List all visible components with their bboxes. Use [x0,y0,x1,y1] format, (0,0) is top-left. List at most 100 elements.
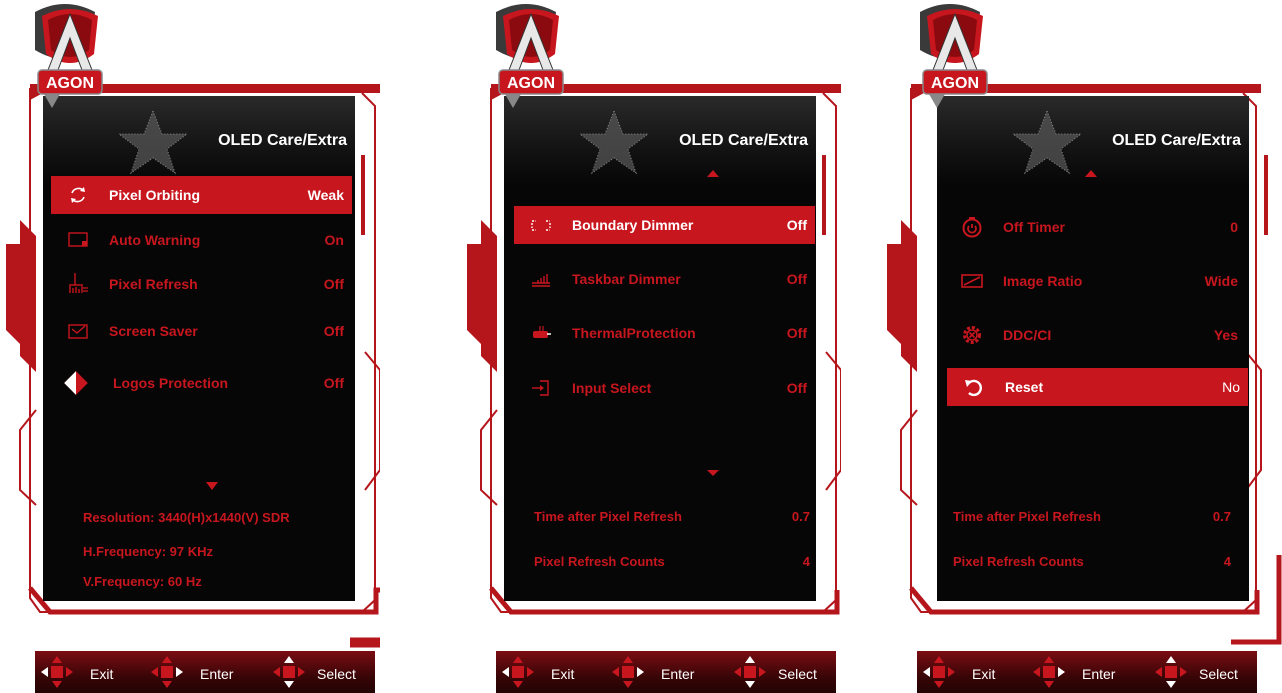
osd-panel-2: OLED Care/Extra Boundary Dimmer Off Task… [461,0,841,693]
osd-panel-3: OLED Care/Extra Off Timer 0 Image Ratio … [881,0,1282,693]
nav-exit-label: Exit [972,666,996,682]
menu-item-label: ThermalProtection [572,325,696,341]
menu-item-label: Auto Warning [109,232,201,248]
nav-bar: Exit Enter Select [35,651,375,693]
menu-item-label: Off Timer [1003,219,1065,235]
scroll-up-arrow[interactable] [1085,170,1097,177]
osd-screen: OLED Care/Extra Off Timer 0 Image Ratio … [937,96,1249,601]
stat-time-after-pixel-refresh-value: 0.7 [791,509,810,524]
osd-panel-1: OLED Care/Extra Pixel Orbiting Weak Auto… [0,0,380,693]
star-dots-decoration [117,109,189,175]
menu-item-pixel-refresh[interactable]: Pixel Refresh Off [51,265,352,303]
dpad-updown-icon [734,656,766,688]
menu-item-value: On [324,232,344,248]
menu-item-label: Screen Saver [109,323,198,339]
taskbar-dimmer-icon [532,274,550,287]
menu-item-label: Logos Protection [113,375,229,391]
menu-item-value: 0 [1230,219,1238,235]
menu-item-value: No [1222,379,1240,395]
image-ratio-icon [961,274,983,288]
scroll-down-arrow[interactable] [206,482,218,490]
dpad-updown-icon [273,656,305,688]
nav-select-label: Select [317,666,356,682]
menu-item-label: Pixel Refresh [109,276,198,292]
off-timer-icon [962,217,982,238]
osd-title: OLED Care/Extra [1112,132,1241,149]
dpad-left-icon [923,656,955,688]
menu-item-auto-warning[interactable]: Auto Warning On [51,221,352,259]
menu-item-label: Taskbar Dimmer [572,271,681,287]
menu-item-logos-protection[interactable]: Logos Protection Off [51,364,352,402]
menu-item-taskbar-dimmer[interactable]: Taskbar Dimmer Off [514,260,815,298]
nav-enter-label: Enter [1082,666,1116,682]
menu-item-ddc-ci[interactable]: DDC/CI Yes [945,316,1246,354]
menu-item-value: Off [786,217,807,233]
menu-item-value: Off [786,325,807,341]
stat-time-after-pixel-refresh-value: 0.7 [1212,509,1231,524]
boundary-dimmer-icon [531,220,551,231]
menu-item-value: Weak [307,187,344,203]
agon-logo: AGON [496,4,564,108]
dpad-left-icon [502,656,534,688]
nav-select-label: Select [1199,666,1238,682]
dpad-updown-icon [1155,656,1187,688]
stat-pixel-refresh-counts-label: Pixel Refresh Counts [534,554,665,569]
agon-logo-text: AGON [931,75,979,92]
screen-saver-icon [68,324,88,339]
menu-item-value: Off [323,276,344,292]
menu-item-label: DDC/CI [1003,327,1052,343]
menu-item-value: Yes [1213,327,1238,343]
menu-item-value: Off [323,323,344,339]
reset-icon [965,379,982,397]
nav-enter-label: Enter [661,666,695,682]
star-dots-decoration [1011,109,1083,175]
osd-title: OLED Care/Extra [679,132,808,149]
menu-item-value: Wide [1204,273,1238,289]
nav-exit-label: Exit [90,666,114,682]
input-select-icon [532,380,549,396]
agon-logo: AGON [920,4,988,108]
nav-bar: Exit Enter Select [496,651,836,693]
menu-item-label: Image Ratio [1003,273,1083,289]
menu-item-label: Reset [1005,379,1044,395]
menu-item-thermal-protection[interactable]: ThermalProtection Off [514,314,815,352]
menu-item-input-select[interactable]: Input Select Off [514,369,815,407]
scroll-down-arrow[interactable] [707,470,719,476]
stat-time-after-pixel-refresh-label: Time after Pixel Refresh [534,509,682,524]
scroll-up-arrow[interactable] [707,170,719,177]
menu-item-reset[interactable]: Reset No [947,368,1248,406]
dpad-right-icon [151,656,183,688]
star-dots-decoration [578,109,650,175]
menu-item-boundary-dimmer[interactable]: Boundary Dimmer Off [514,206,815,244]
pixel-refresh-icon [69,273,88,293]
logos-protection-icon [64,371,88,395]
info-resolution: Resolution: 3440(H)x1440(V) SDR [83,510,290,525]
nav-select-label: Select [778,666,817,682]
dpad-right-icon [612,656,644,688]
ddc-ci-icon [963,326,981,344]
pixel-orbiting-icon [71,187,85,203]
osd-title: OLED Care/Extra [218,132,347,149]
agon-logo: AGON [35,4,103,108]
thermal-protection-icon [533,326,551,338]
menu-item-pixel-orbiting[interactable]: Pixel Orbiting Weak [51,176,352,214]
nav-enter-label: Enter [200,666,234,682]
menu-item-image-ratio[interactable]: Image Ratio Wide [945,262,1246,300]
agon-logo-text: AGON [46,75,94,92]
menu-item-off-timer[interactable]: Off Timer 0 [945,208,1246,246]
dpad-left-icon [41,656,73,688]
menu-item-label: Pixel Orbiting [109,187,201,203]
stat-pixel-refresh-counts-value: 4 [1223,554,1231,569]
nav-bar: Exit Enter Select [917,651,1257,693]
menu-item-value: Off [786,380,807,396]
menu-item-screen-saver[interactable]: Screen Saver Off [51,312,352,350]
info-h-frequency: H.Frequency: 97 KHz [83,544,214,559]
menu-item-label: Input Select [572,380,652,396]
dpad-right-icon [1033,656,1065,688]
info-v-frequency: V.Frequency: 60 Hz [83,574,202,589]
menu-item-value: Off [323,375,344,391]
agon-logo-text: AGON [507,75,555,92]
stat-time-after-pixel-refresh-label: Time after Pixel Refresh [953,509,1101,524]
nav-exit-label: Exit [551,666,575,682]
menu-item-value: Off [786,271,807,287]
